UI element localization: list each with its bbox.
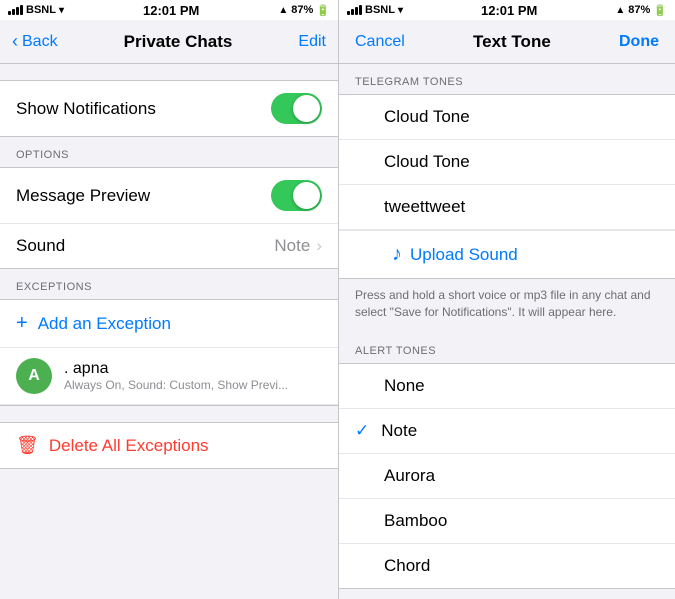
signal-bars-right — [347, 5, 362, 15]
alert-section-label: ALERT TONES — [339, 333, 675, 363]
show-notifications-group: Show Notifications — [0, 80, 338, 137]
location-icon-right: ▲ — [615, 5, 625, 16]
message-preview-row: Message Preview — [0, 168, 338, 224]
carrier-right: BSNL — [365, 4, 395, 16]
alert-tone-4[interactable]: Chord — [339, 544, 675, 588]
exception-detail: Always On, Sound: Custom, Show Previ... — [64, 378, 288, 392]
carrier-left: BSNL — [26, 4, 56, 16]
battery-icon-right: 🔋 — [653, 4, 667, 17]
options-group: Message Preview Sound Note › — [0, 167, 338, 269]
telegram-section-label: TELEGRAM TONES — [339, 64, 675, 94]
add-exception-label: Add an Exception — [38, 314, 171, 334]
info-text: Press and hold a short voice or mp3 file… — [339, 279, 675, 333]
wifi-icon-left: ▾ — [59, 5, 64, 16]
nav-bar-right: Cancel Text Tone Done — [339, 20, 675, 64]
delete-exceptions-group: 🗑 Delete All Exceptions — [0, 422, 338, 469]
alert-tones-group: None ✓ Note Aurora Bamboo Chord — [339, 363, 675, 589]
alert-tone-label-2: Aurora — [384, 466, 435, 486]
telegram-tone-1[interactable]: Cloud Tone — [339, 140, 675, 185]
delete-all-label: Delete All Exceptions — [49, 436, 209, 456]
alert-tone-3[interactable]: Bamboo — [339, 499, 675, 544]
cancel-button[interactable]: Cancel — [355, 33, 405, 51]
show-notifications-toggle[interactable] — [271, 93, 322, 124]
sound-label: Sound — [16, 236, 65, 256]
options-section-label: OPTIONS — [0, 137, 338, 167]
alert-tone-1[interactable]: ✓ Note — [339, 409, 675, 454]
show-notifications-row: Show Notifications — [0, 81, 338, 136]
chevron-left-icon: ‹ — [12, 31, 18, 52]
chevron-right-icon: › — [316, 236, 322, 256]
back-label[interactable]: Back — [22, 33, 58, 51]
time-left: 12:01 PM — [143, 3, 199, 18]
battery-left: 87% — [291, 4, 313, 16]
exception-name: . apna — [64, 360, 288, 378]
page-title-left: Private Chats — [124, 32, 233, 52]
signal-bars — [8, 5, 23, 15]
telegram-tones-group: Cloud Tone Cloud Tone tweettweet ♪ Uploa… — [339, 94, 675, 279]
exceptions-group: + Add an Exception A . apna Always On, S… — [0, 299, 338, 406]
alert-tone-2[interactable]: Aurora — [339, 454, 675, 499]
alert-tone-label-0: None — [384, 376, 425, 396]
alert-tone-label-4: Chord — [384, 556, 430, 576]
alert-tone-0[interactable]: None — [339, 364, 675, 409]
alert-tone-label-1: Note — [381, 421, 417, 441]
plus-icon: + — [16, 312, 28, 335]
status-bar-right: BSNL ▾ 12:01 PM ▲ 87% 🔋 — [339, 0, 675, 20]
message-preview-toggle[interactable] — [271, 180, 322, 211]
telegram-tone-label-0: Cloud Tone — [384, 107, 470, 127]
alert-tone-label-3: Bamboo — [384, 511, 447, 531]
telegram-tone-0[interactable]: Cloud Tone — [339, 95, 675, 140]
avatar: A — [16, 358, 52, 394]
nav-bar-left: ‹ Back Private Chats Edit — [0, 20, 338, 64]
location-icon-left: ▲ — [278, 5, 288, 16]
status-bar-left: BSNL ▾ 12:01 PM ▲ 87% 🔋 — [0, 0, 338, 20]
checkmark-icon: ✓ — [355, 421, 369, 441]
upload-label: Upload Sound — [410, 245, 518, 265]
telegram-tone-label-1: Cloud Tone — [384, 152, 470, 172]
wifi-icon-right: ▾ — [398, 5, 403, 16]
message-preview-label: Message Preview — [16, 186, 150, 206]
back-button[interactable]: ‹ Back — [12, 31, 58, 52]
show-notifications-label: Show Notifications — [16, 99, 156, 119]
exceptions-section-label: EXCEPTIONS — [0, 269, 338, 299]
battery-right: 87% — [628, 4, 650, 16]
sound-row[interactable]: Sound Note › — [0, 224, 338, 268]
upload-icon: ♪ — [392, 243, 402, 266]
upload-sound-row[interactable]: ♪ Upload Sound — [339, 230, 675, 278]
telegram-tone-2[interactable]: tweettweet — [339, 185, 675, 230]
add-exception-row[interactable]: + Add an Exception — [0, 300, 338, 348]
battery-icon-left: 🔋 — [316, 4, 330, 17]
done-button[interactable]: Done — [619, 33, 659, 51]
page-title-right: Text Tone — [473, 32, 551, 52]
exception-info: . apna Always On, Sound: Custom, Show Pr… — [64, 360, 288, 392]
delete-all-row[interactable]: 🗑 Delete All Exceptions — [0, 423, 338, 468]
telegram-tone-label-2: tweettweet — [384, 197, 465, 217]
exception-item[interactable]: A . apna Always On, Sound: Custom, Show … — [0, 348, 338, 405]
time-right: 12:01 PM — [481, 3, 537, 18]
sound-value: Note — [274, 236, 310, 256]
trash-icon: 🗑 — [16, 435, 39, 456]
edit-button[interactable]: Edit — [298, 33, 326, 51]
